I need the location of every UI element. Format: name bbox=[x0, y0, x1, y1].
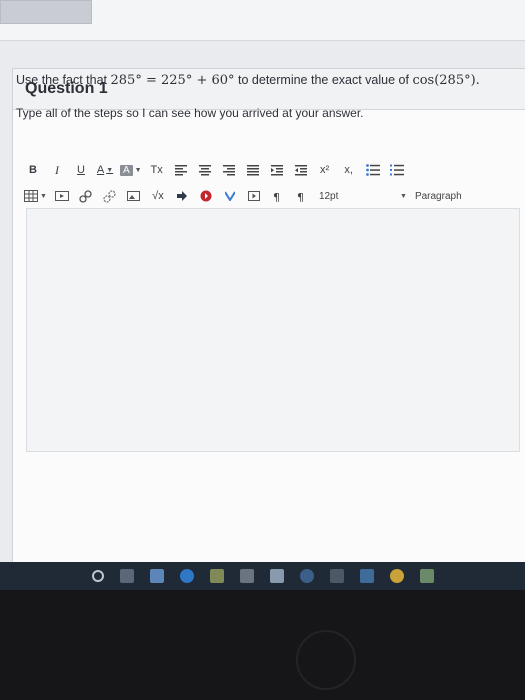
bullet-list-icon bbox=[365, 164, 380, 176]
prompt-middle: to determine the exact value of bbox=[234, 73, 413, 87]
math-285: 285° bbox=[110, 73, 142, 88]
editor-toolbar-row-1: B I U A ▼ A ▼ Tx x² x, bbox=[24, 160, 412, 180]
laptop-bezel bbox=[0, 590, 525, 700]
block-format-select[interactable]: Paragraph bbox=[415, 187, 462, 205]
pilcrow-ltr-icon: ¶ bbox=[273, 191, 280, 202]
vimeo-button[interactable] bbox=[221, 187, 239, 205]
align-center-icon bbox=[198, 164, 211, 175]
table-icon bbox=[24, 190, 38, 202]
bold-button[interactable]: B bbox=[24, 161, 42, 179]
math-plus: + bbox=[192, 73, 212, 88]
indent-button[interactable] bbox=[268, 161, 286, 179]
ltr-button[interactable]: ¶ bbox=[269, 187, 287, 205]
svg-text:¶: ¶ bbox=[273, 191, 280, 202]
align-right-button[interactable] bbox=[220, 161, 238, 179]
amazon-icon[interactable] bbox=[330, 569, 344, 583]
insert-table-button[interactable]: ▼ bbox=[24, 187, 47, 205]
chrome-icon[interactable] bbox=[390, 569, 404, 583]
edge-icon[interactable] bbox=[180, 569, 194, 583]
insert-image-button[interactable] bbox=[125, 187, 143, 205]
chevron-down-icon: ▼ bbox=[40, 192, 47, 200]
align-right-icon bbox=[222, 164, 235, 175]
math-60: 60° bbox=[211, 73, 235, 88]
font-color-button[interactable]: A ▼ bbox=[96, 161, 114, 179]
insert-media-button[interactable] bbox=[53, 187, 71, 205]
arrow-right-icon bbox=[176, 191, 187, 201]
outdent-icon bbox=[294, 164, 307, 175]
editor-toolbar-row-2: ▼ √x ¶ ¶ 12pt ▼ Paragraph bbox=[24, 186, 514, 206]
highlight-label: A bbox=[120, 164, 133, 176]
video-icon bbox=[247, 191, 260, 201]
subscript-button[interactable]: x, bbox=[340, 161, 358, 179]
align-left-button[interactable] bbox=[172, 161, 190, 179]
task-view-icon[interactable] bbox=[120, 569, 134, 583]
align-center-button[interactable] bbox=[196, 161, 214, 179]
start-button[interactable] bbox=[92, 570, 104, 582]
outdent-button[interactable] bbox=[292, 161, 310, 179]
numbered-list-button[interactable] bbox=[388, 161, 406, 179]
question-instructions: Type all of the steps so I can see how y… bbox=[16, 106, 364, 120]
svg-text:¶: ¶ bbox=[297, 191, 304, 202]
mail-icon[interactable] bbox=[360, 569, 374, 583]
pilcrow-rtl-icon: ¶ bbox=[297, 191, 304, 202]
question-prompt: Use the fact that 285° = 225° + 60° to d… bbox=[16, 72, 511, 89]
align-left-icon bbox=[174, 164, 187, 175]
align-justify-icon bbox=[246, 164, 259, 175]
embed-button[interactable] bbox=[173, 187, 191, 205]
hp-logo-icon bbox=[296, 630, 356, 690]
chevron-down-icon: ▼ bbox=[134, 166, 142, 174]
math-equals: = bbox=[141, 73, 161, 88]
file-explorer-icon[interactable] bbox=[210, 569, 224, 583]
link-icon bbox=[79, 189, 93, 203]
prompt-prefix: Use the fact that bbox=[16, 73, 111, 87]
taskbar bbox=[0, 562, 525, 590]
equation-button[interactable]: √x bbox=[149, 187, 167, 205]
v-logo-icon bbox=[224, 191, 235, 201]
indent-icon bbox=[270, 164, 283, 175]
hp-app-icon[interactable] bbox=[300, 569, 314, 583]
store-icon[interactable] bbox=[240, 569, 254, 583]
superscript-button[interactable]: x² bbox=[316, 161, 334, 179]
photos-icon[interactable] bbox=[420, 569, 434, 583]
align-justify-button[interactable] bbox=[244, 161, 262, 179]
media-embed-icon bbox=[54, 191, 69, 201]
numbered-list-icon bbox=[389, 164, 404, 176]
font-size-select[interactable]: 12pt ▼ bbox=[317, 187, 407, 205]
chevron-down-icon: ▼ bbox=[106, 166, 114, 174]
chevron-down-icon: ▼ bbox=[400, 192, 407, 200]
math-225: 225° bbox=[161, 73, 193, 88]
unlink-button[interactable] bbox=[101, 187, 119, 205]
previous-section-bar bbox=[0, 0, 92, 24]
block-format-value: Paragraph bbox=[414, 190, 462, 202]
unlink-icon bbox=[103, 189, 117, 203]
math-cos: cos(285°). bbox=[412, 73, 480, 88]
image-icon bbox=[127, 191, 141, 201]
answer-text-editor[interactable] bbox=[26, 208, 520, 452]
home-icon[interactable] bbox=[270, 569, 284, 583]
top-strip bbox=[0, 0, 525, 41]
rtl-button[interactable]: ¶ bbox=[293, 187, 311, 205]
video-button[interactable] bbox=[245, 187, 263, 205]
clear-formatting-button[interactable]: Tx bbox=[148, 161, 166, 179]
screen: Question 1 Use the fact that 285° = 225°… bbox=[0, 0, 525, 590]
italic-button[interactable]: I bbox=[48, 161, 66, 179]
underline-button[interactable]: U bbox=[72, 161, 90, 179]
record-icon bbox=[200, 190, 212, 202]
highlight-color-button[interactable]: A ▼ bbox=[120, 161, 142, 179]
bullet-list-button[interactable] bbox=[364, 161, 382, 179]
app-icon[interactable] bbox=[150, 569, 164, 583]
insert-link-button[interactable] bbox=[77, 187, 95, 205]
youtube-button[interactable] bbox=[197, 187, 215, 205]
font-size-value: 12pt bbox=[318, 190, 339, 202]
font-color-label: A bbox=[96, 164, 105, 176]
